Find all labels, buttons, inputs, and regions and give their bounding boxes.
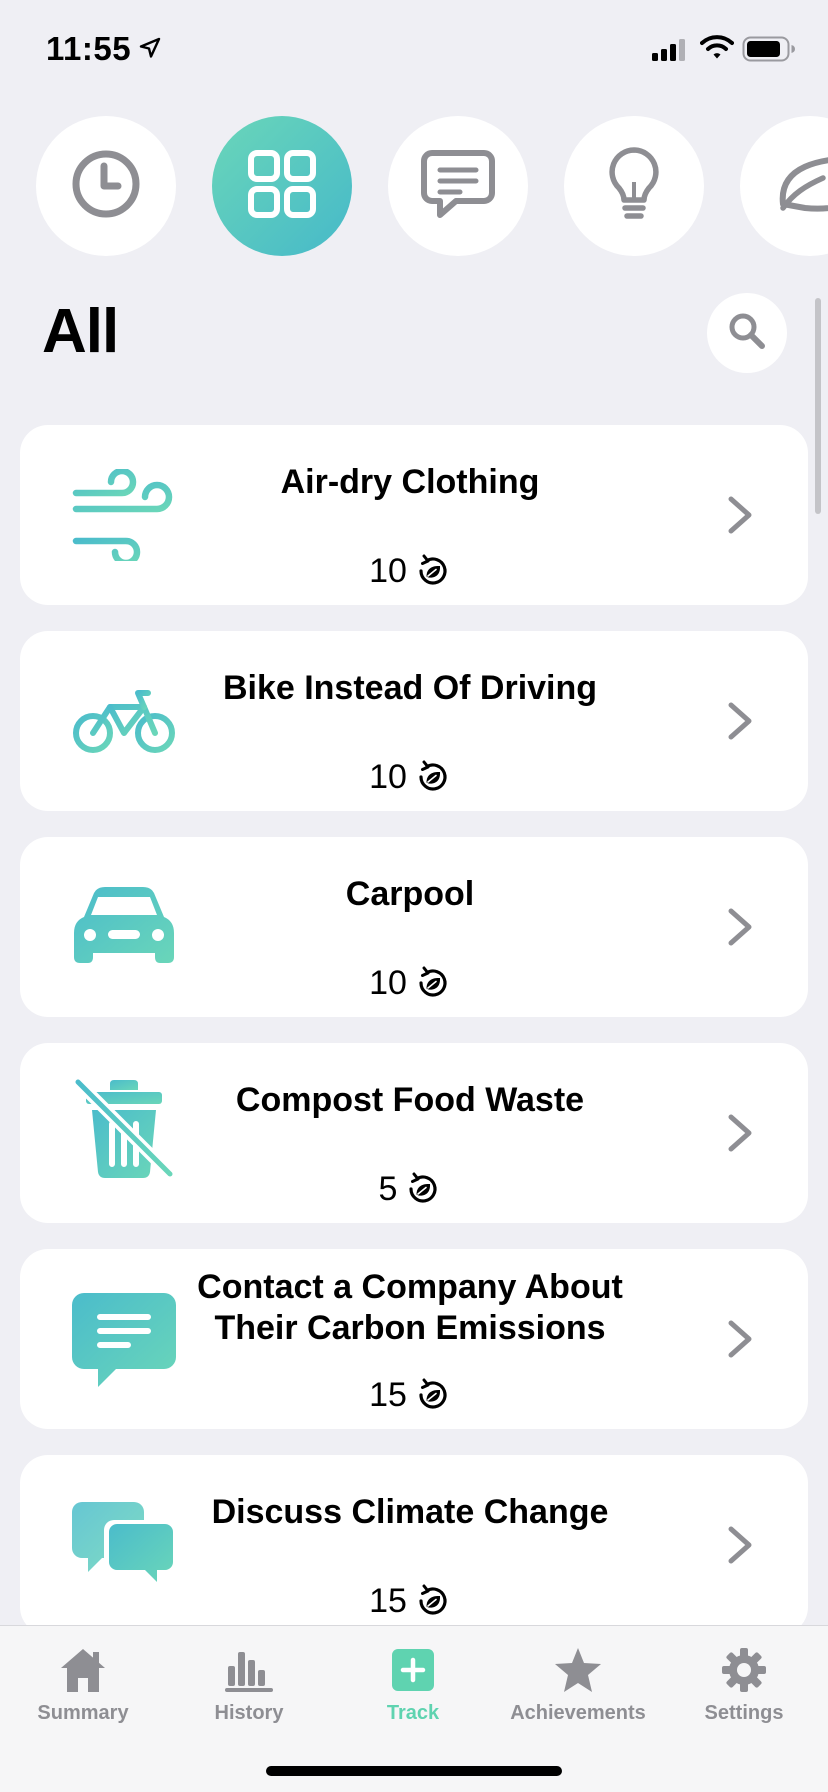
gear-icon [720,1644,768,1696]
action-list: Air-dry Clothing 10 Bike Instead Of Driv… [20,425,808,1625]
category-recent-button[interactable] [36,116,176,256]
action-card-bike-instead-of-driving[interactable]: Bike Instead Of Driving 10 [20,631,808,811]
tab-label: Track [386,1702,440,1724]
bar-chart-icon [225,1644,273,1696]
status-time: 11:55 [46,30,132,67]
tab-label: History [214,1702,284,1724]
leaf-icon [775,148,828,225]
conversation-icon [72,1495,176,1595]
page-title: All [42,297,119,366]
wind-icon [72,465,176,565]
points-value: 5 [378,1170,398,1208]
points-value: 15 [369,1376,407,1414]
action-points: 5 [190,1169,630,1209]
action-points: 15 [190,1375,630,1415]
action-title: Bike Instead Of Driving [222,669,598,707]
points-value: 15 [369,1582,407,1620]
category-advocacy-button[interactable] [388,116,528,256]
points-leaf-icon [415,1583,451,1619]
chevron-right-icon [720,699,760,743]
points-leaf-icon [405,1171,441,1207]
tab-label: Achievements [510,1702,646,1724]
star-icon [553,1644,603,1696]
wifi-icon [700,34,734,65]
points-leaf-icon [415,759,451,795]
chevron-right-icon [720,493,760,537]
action-title: Contact a Company About Their Carbon Emi… [197,1268,623,1347]
chevron-right-icon [720,1111,760,1155]
category-all-button[interactable] [212,116,352,256]
tab-achievements[interactable]: Achievements [495,1644,661,1734]
action-card-contact-company[interactable]: Contact a Company About Their Carbon Emi… [20,1249,808,1429]
clock-icon [70,148,142,225]
home-indicator[interactable] [266,1766,562,1776]
action-points: 10 [190,551,630,591]
points-leaf-icon [415,553,451,589]
action-points: 10 [190,963,630,1003]
points-value: 10 [369,758,407,796]
car-icon [72,877,176,977]
action-title: Carpool [345,875,475,913]
points-leaf-icon [415,1377,451,1413]
tab-summary[interactable]: Summary [0,1644,166,1734]
points-value: 10 [369,964,407,1002]
location-arrow-icon [138,36,162,65]
message-icon [72,1287,176,1391]
plus-square-icon [392,1644,434,1696]
action-title: Discuss Climate Change [211,1493,609,1531]
scroll-indicator[interactable] [815,298,821,514]
points-value: 10 [369,552,407,590]
tab-settings[interactable]: Settings [661,1644,827,1734]
message-icon [420,148,496,225]
action-card-compost-food-waste[interactable]: Compost Food Waste 5 [20,1043,808,1223]
category-filter-row [0,116,828,256]
grid-icon [246,148,318,225]
search-icon [727,311,767,356]
status-bar: 11:55 [0,0,828,100]
action-card-discuss-climate-change[interactable]: Discuss Climate Change 15 [20,1455,808,1625]
chevron-right-icon [720,1523,760,1567]
action-title: Air-dry Clothing [280,463,540,501]
points-leaf-icon [415,965,451,1001]
category-nature-button[interactable] [740,116,828,256]
chevron-right-icon [720,905,760,949]
tab-history[interactable]: History [166,1644,332,1734]
tab-label: Summary [37,1702,129,1724]
lightbulb-icon [606,146,662,227]
battery-icon [742,36,796,67]
search-button[interactable] [707,293,787,373]
trash-slash-icon [72,1073,176,1185]
bicycle-icon [72,671,176,771]
category-energy-button[interactable] [564,116,704,256]
chevron-right-icon [720,1317,760,1361]
cellular-signal-icon [652,38,688,67]
tab-label: Settings [704,1702,784,1724]
action-points: 15 [190,1581,630,1621]
action-title: Compost Food Waste [235,1081,585,1119]
home-icon [58,1644,108,1696]
action-points: 10 [190,757,630,797]
action-card-air-dry-clothing[interactable]: Air-dry Clothing 10 [20,425,808,605]
tab-track[interactable]: Track [330,1644,496,1734]
action-card-carpool[interactable]: Carpool 10 [20,837,808,1017]
